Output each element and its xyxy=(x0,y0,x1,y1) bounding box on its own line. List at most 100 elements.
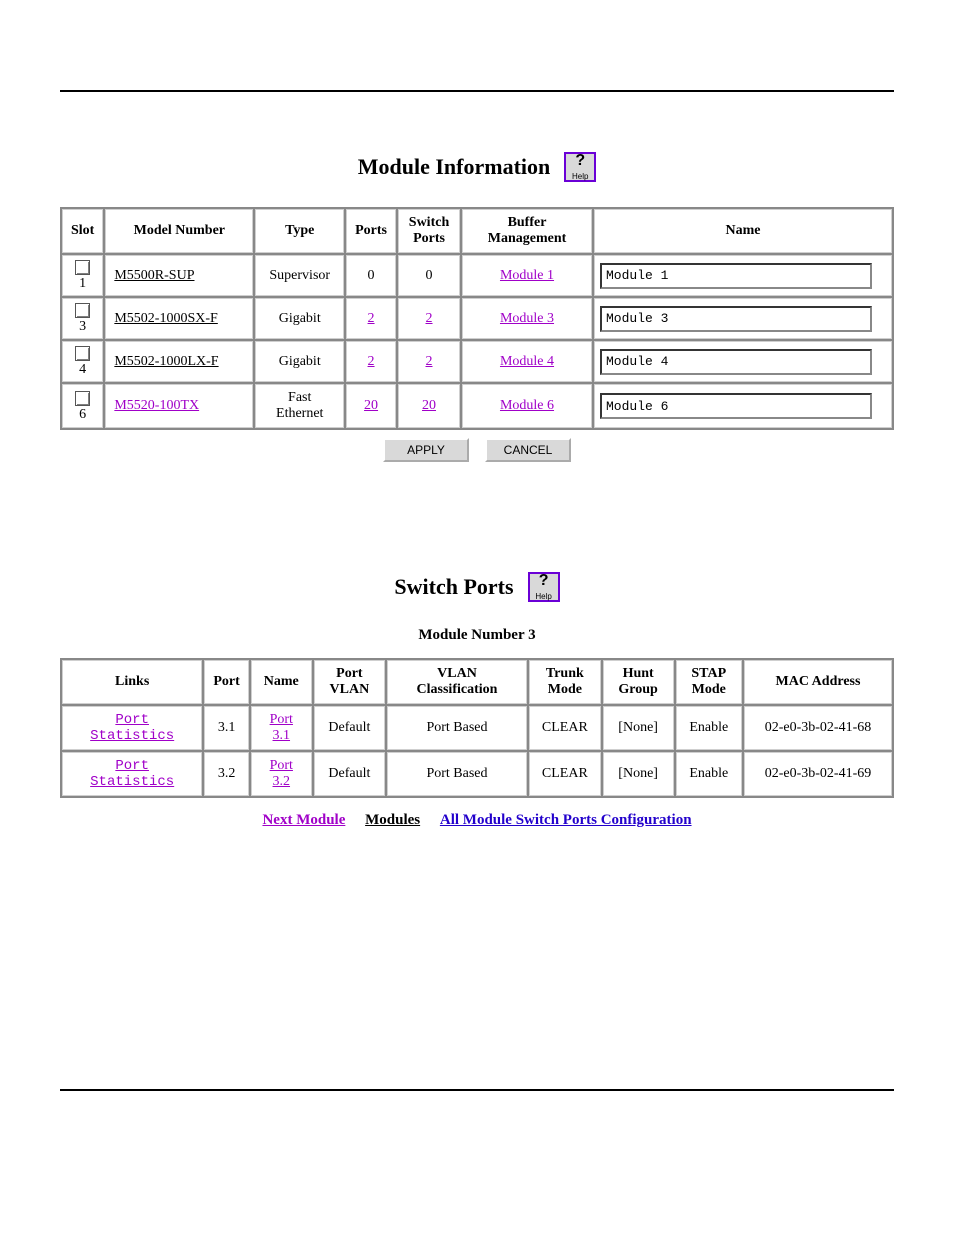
module-info-row: 6 M5520-100TX Fast Ethernet 20 20 Module 6 xyxy=(62,384,892,428)
col-buffer: Buffer Management xyxy=(462,209,592,253)
port-name-cell: Port 3.2 xyxy=(251,752,312,796)
buffer-cell: Module 6 xyxy=(462,384,592,428)
module-info-row: 4M5502-1000LX-FGigabit22Module 4 xyxy=(62,341,892,382)
name-cell xyxy=(594,341,892,382)
ports-link[interactable]: 20 xyxy=(364,398,378,413)
links-cell: Port Statistics xyxy=(62,706,202,750)
mac-cell: 02-e0-3b-02-41-68 xyxy=(744,706,892,750)
module-info-row: 1M5500R-SUPSupervisor00Module 1 xyxy=(62,255,892,296)
module-name-input[interactable] xyxy=(600,306,872,332)
switch-ports-row: Port Statistics 3.2 Port 3.2 DefaultPort Ba… xyxy=(62,752,892,796)
name-cell xyxy=(594,255,892,296)
slot-checkbox[interactable] xyxy=(75,391,90,406)
help-icon[interactable]: ? Help xyxy=(528,572,560,602)
buffer-cell: Module 1 xyxy=(462,255,592,296)
cancel-button[interactable]: CANCEL xyxy=(485,438,571,462)
buffer-link[interactable]: Module 6 xyxy=(500,398,554,413)
model-link[interactable]: M5520-100TX xyxy=(114,398,199,413)
col-switch-ports: Switch Ports xyxy=(398,209,460,253)
trunk-cell: CLEAR xyxy=(529,706,601,750)
vlan-class-cell: Port Based xyxy=(387,706,527,750)
name-cell xyxy=(594,298,892,339)
type-cell: Supervisor xyxy=(255,255,344,296)
switch-ports-row: Port Statistics3.1Port 3.1DefaultPort Ba… xyxy=(62,706,892,750)
apply-button[interactable]: APPLY xyxy=(383,438,469,462)
port-name-link[interactable]: Port 3.2 xyxy=(270,758,293,789)
hunt-cell: [None] xyxy=(603,752,674,796)
slot-number: 1 xyxy=(73,277,92,291)
model-link: M5502-1000LX-F xyxy=(114,354,218,369)
type-cell: Fast Ethernet xyxy=(255,384,344,428)
ports-link[interactable]: 2 xyxy=(368,354,375,369)
modules-link[interactable]: Modules xyxy=(365,812,420,828)
slot-checkbox[interactable] xyxy=(75,260,90,275)
col-stap: STAP Mode xyxy=(676,660,742,704)
hunt-cell: [None] xyxy=(603,706,674,750)
col-type: Type xyxy=(255,209,344,253)
slot-checkbox[interactable] xyxy=(75,346,90,361)
vlan-class-cell: Port Based xyxy=(387,752,527,796)
switch-ports-cell: 20 xyxy=(398,384,460,428)
switch-ports-cell: 0 xyxy=(398,255,460,296)
all-config-link[interactable]: All Module Switch Ports Configuration xyxy=(440,812,692,828)
col-links: Links xyxy=(62,660,202,704)
model-link: M5502-1000SX-F xyxy=(114,311,217,326)
help-icon[interactable]: ? Help xyxy=(564,152,596,182)
switch-ports-link: 0 xyxy=(426,268,433,283)
switch-ports-link[interactable]: 2 xyxy=(426,354,433,369)
type-cell: Gigabit xyxy=(255,298,344,339)
col-port: Port xyxy=(204,660,248,704)
module-name-input[interactable] xyxy=(600,263,872,289)
ports-link[interactable]: 2 xyxy=(368,311,375,326)
col-port-name: Name xyxy=(251,660,312,704)
port-name-link[interactable]: Port 3.1 xyxy=(270,712,293,743)
model-cell: M5502-1000LX-F xyxy=(105,341,253,382)
name-cell xyxy=(594,384,892,428)
model-cell: M5500R-SUP xyxy=(105,255,253,296)
port-cell: 3.2 xyxy=(204,752,248,796)
type-cell: Gigabit xyxy=(255,341,344,382)
model-link: M5500R-SUP xyxy=(114,268,194,283)
slot-cell: 6 xyxy=(62,384,103,428)
switch-ports-cell: 2 xyxy=(398,298,460,339)
module-info-buttons: APPLY CANCEL xyxy=(60,438,894,462)
switch-ports-link[interactable]: 2 xyxy=(426,311,433,326)
col-slot: Slot xyxy=(62,209,103,253)
module-name-input[interactable] xyxy=(600,349,872,375)
buffer-link[interactable]: Module 4 xyxy=(500,354,554,369)
stap-cell: Enable xyxy=(676,752,742,796)
buffer-cell: Module 3 xyxy=(462,298,592,339)
module-info-row: 3 M5502-1000SX-F Gigabit 2 2 Module 3 xyxy=(62,298,892,339)
slot-checkbox[interactable] xyxy=(75,303,90,318)
slot-cell: 3 xyxy=(62,298,103,339)
port-statistics-link[interactable]: Port Statistics xyxy=(90,758,174,790)
ports-cell: 0 xyxy=(346,255,396,296)
switch-ports-subtitle: Module Number 3 xyxy=(60,627,894,644)
switch-ports-title-row: Switch Ports ? Help xyxy=(60,572,894,602)
switch-ports-nav: Next Module Modules All Module Switch Po… xyxy=(60,812,894,829)
module-info-header-row: Slot Model Number Type Ports Switch Port… xyxy=(62,209,892,253)
col-model: Model Number xyxy=(105,209,253,253)
switch-ports-table: Links Port Name Port VLAN VLAN Classific… xyxy=(60,658,894,798)
port-statistics-link[interactable]: Port Statistics xyxy=(90,712,174,744)
module-info-title: Module Information xyxy=(358,154,551,180)
module-name-input[interactable] xyxy=(600,393,872,419)
model-cell: M5502-1000SX-F xyxy=(105,298,253,339)
slot-number: 6 xyxy=(73,408,92,422)
col-mac: MAC Address xyxy=(744,660,892,704)
col-hunt: Hunt Group xyxy=(603,660,674,704)
top-rule xyxy=(60,90,894,92)
ports-cell: 2 xyxy=(346,298,396,339)
module-info-title-row: Module Information ? Help xyxy=(60,152,894,182)
slot-number: 3 xyxy=(73,320,92,334)
col-port-vlan: Port VLAN xyxy=(314,660,385,704)
next-module-link[interactable]: Next Module xyxy=(262,812,345,828)
mac-cell: 02-e0-3b-02-41-69 xyxy=(744,752,892,796)
buffer-link[interactable]: Module 3 xyxy=(500,311,554,326)
trunk-cell: CLEAR xyxy=(529,752,601,796)
port-vlan-cell: Default xyxy=(314,752,385,796)
port-cell: 3.1 xyxy=(204,706,248,750)
buffer-link[interactable]: Module 1 xyxy=(500,268,554,283)
stap-cell: Enable xyxy=(676,706,742,750)
switch-ports-link[interactable]: 20 xyxy=(422,398,436,413)
